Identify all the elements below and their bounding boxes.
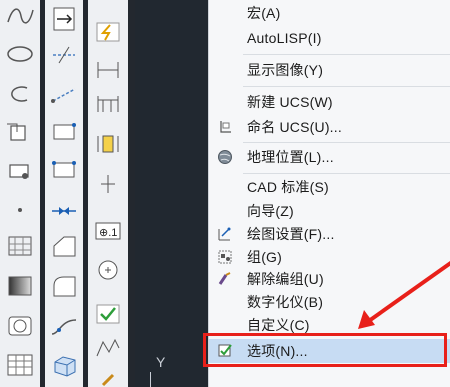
annotation-arrow-icon: [358, 260, 450, 329]
